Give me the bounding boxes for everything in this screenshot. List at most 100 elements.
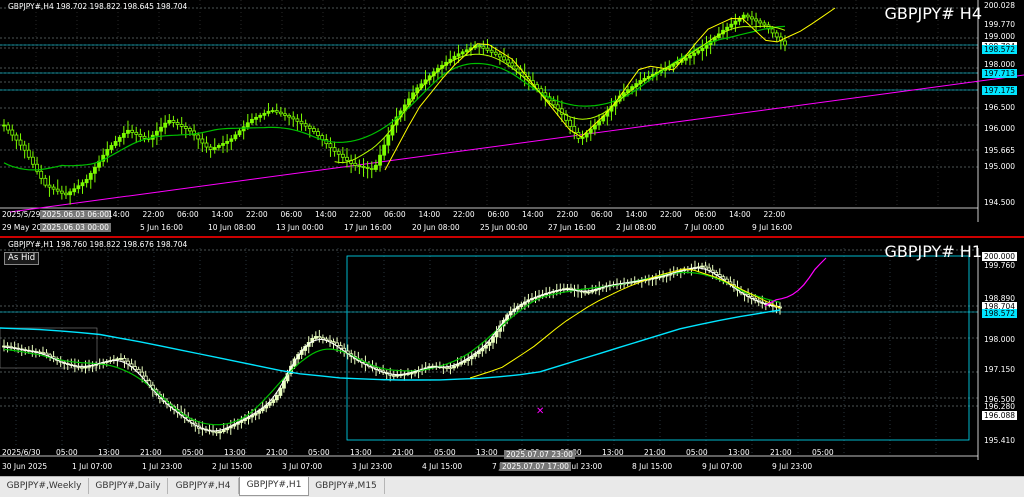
h4-candle [700, 47, 705, 52]
h1-time-label: 05:00 [812, 448, 834, 457]
h4-candle [68, 191, 73, 196]
h4-cursor-time: 2025.06.03 06:00 [40, 210, 111, 219]
h4-candle [51, 186, 56, 190]
h4-candle [113, 141, 118, 146]
h4-candle [353, 162, 358, 166]
h1-candle [221, 429, 226, 432]
h4-candle [76, 185, 81, 190]
h4-candle [43, 177, 48, 186]
h4-candle [93, 166, 97, 174]
h4-candle [117, 137, 122, 142]
tab-h4[interactable]: GBPJPY#,H4 [168, 478, 239, 494]
h4-trend-line [9, 74, 1024, 213]
h4-chart-header: GBPJPY#,H4 198.702 198.822 198.645 198.7… [8, 2, 188, 11]
h4-candle [514, 65, 519, 70]
h4-candle [741, 14, 746, 19]
h4-candle [196, 134, 201, 140]
h4-candle [770, 28, 775, 34]
h1-time-label: 05:00 [182, 448, 204, 457]
tab-weekly[interactable]: GBPJPY#,Weekly [0, 478, 89, 494]
h4-candle [278, 111, 283, 115]
h1-price-label: 198.572 [982, 309, 1018, 318]
h1-candle [448, 367, 453, 370]
h1-time-label: 13:00 [224, 448, 246, 457]
h4-candle [283, 113, 287, 116]
h4-price-label: 199.000 [984, 32, 1016, 41]
as-hidden-button[interactable]: As Hid [4, 252, 40, 265]
h1-time-label: 21:00 [644, 448, 666, 457]
h4-candle [258, 114, 263, 118]
h4-date-label: 27 Jun 16:00 [548, 223, 596, 232]
h1-symbol-watermark: GBPJPY# H1 [884, 242, 982, 261]
h1-time-label: 13:00 [728, 448, 750, 457]
h4-candle [159, 126, 163, 132]
h1-candle [214, 431, 219, 434]
h4-candle [64, 192, 68, 196]
h4-candle [464, 49, 469, 53]
h1-candle [136, 368, 141, 373]
h4-candle [510, 62, 515, 67]
h4-time-label: 14:00 [108, 210, 130, 219]
h4-symbol-watermark: GBPJPY# H4 [884, 4, 982, 23]
tab-m15[interactable]: GBPJPY#,M15 [308, 478, 385, 494]
h4-candle [361, 166, 366, 168]
h1-time-label: 21:00 [266, 448, 288, 457]
h4-candle [745, 14, 750, 18]
h4-candle [14, 134, 19, 141]
h4-candle [204, 142, 209, 148]
h4-candle [188, 128, 192, 132]
h1-chart-pane[interactable]: ✕ GBPJPY#,H1 198.760 198.822 198.676 198… [0, 238, 1024, 476]
h4-candle [2, 124, 6, 127]
h4-candle [506, 59, 511, 64]
h1-candle [5, 345, 10, 348]
h4-candle [80, 182, 85, 187]
h4-candle [733, 20, 738, 25]
h4-time-label: 14:00 [418, 210, 441, 219]
h4-chart-pane[interactable]: GBPJPY#,H4 198.702 198.822 198.645 198.7… [0, 0, 1024, 236]
h4-candle [241, 126, 246, 132]
h4-time-label: 14:00 [522, 210, 544, 219]
h4-candle [365, 167, 370, 169]
h4-candle [221, 143, 225, 146]
h4-date-label: 5 Jun 16:00 [140, 223, 183, 232]
h1-candle [565, 287, 570, 290]
h1-candle [700, 265, 704, 268]
h4-candle [497, 53, 502, 58]
h1-candle [317, 336, 322, 339]
h1-marker: ✕ [536, 406, 544, 417]
h4-candle [704, 44, 709, 49]
h4-candle [477, 45, 482, 48]
h4-candle [683, 57, 688, 61]
h4-candle [138, 133, 143, 137]
h4-candle [456, 53, 461, 57]
h4-price-label: 195.665 [984, 146, 1016, 155]
tab-h1[interactable]: GBPJPY#,H1 [239, 477, 309, 496]
h4-price-chart[interactable] [0, 0, 1024, 236]
h4-candle [154, 130, 159, 136]
h1-chart-header: GBPJPY#,H1 198.760 198.822 198.676 198.7… [8, 240, 188, 249]
h4-candle [245, 122, 250, 128]
h4-candle [725, 26, 730, 31]
h1-date-label: 8 Jul 15:00 [632, 462, 673, 471]
h1-candle [271, 399, 276, 403]
h1-price-chart[interactable]: ✕ [0, 238, 1024, 476]
h1-time-label: 13:00 [602, 448, 624, 457]
h4-candle [175, 122, 180, 125]
h4-candle [460, 51, 465, 55]
h4-candle [345, 156, 349, 161]
h4-candle [250, 118, 254, 124]
h4-candle [357, 165, 362, 167]
h4-candle [229, 138, 234, 142]
h4-date-label: 17 Jun 16:00 [344, 223, 392, 232]
h4-candle [163, 122, 168, 128]
tab-daily[interactable]: GBPJPY#,Daily [89, 478, 168, 494]
h4-date-label: 9 Jul 16:00 [752, 223, 793, 232]
h4-candle [303, 123, 308, 127]
h4-candle [142, 135, 147, 139]
h4-candle [254, 116, 258, 120]
h4-price-label: 198.000 [984, 60, 1016, 69]
h4-time-label: 22:00 [246, 210, 268, 219]
h4-time-label: 06:00 [591, 210, 613, 219]
h1-candle [119, 358, 123, 360]
h1-time-label: 13:00 [350, 448, 372, 457]
